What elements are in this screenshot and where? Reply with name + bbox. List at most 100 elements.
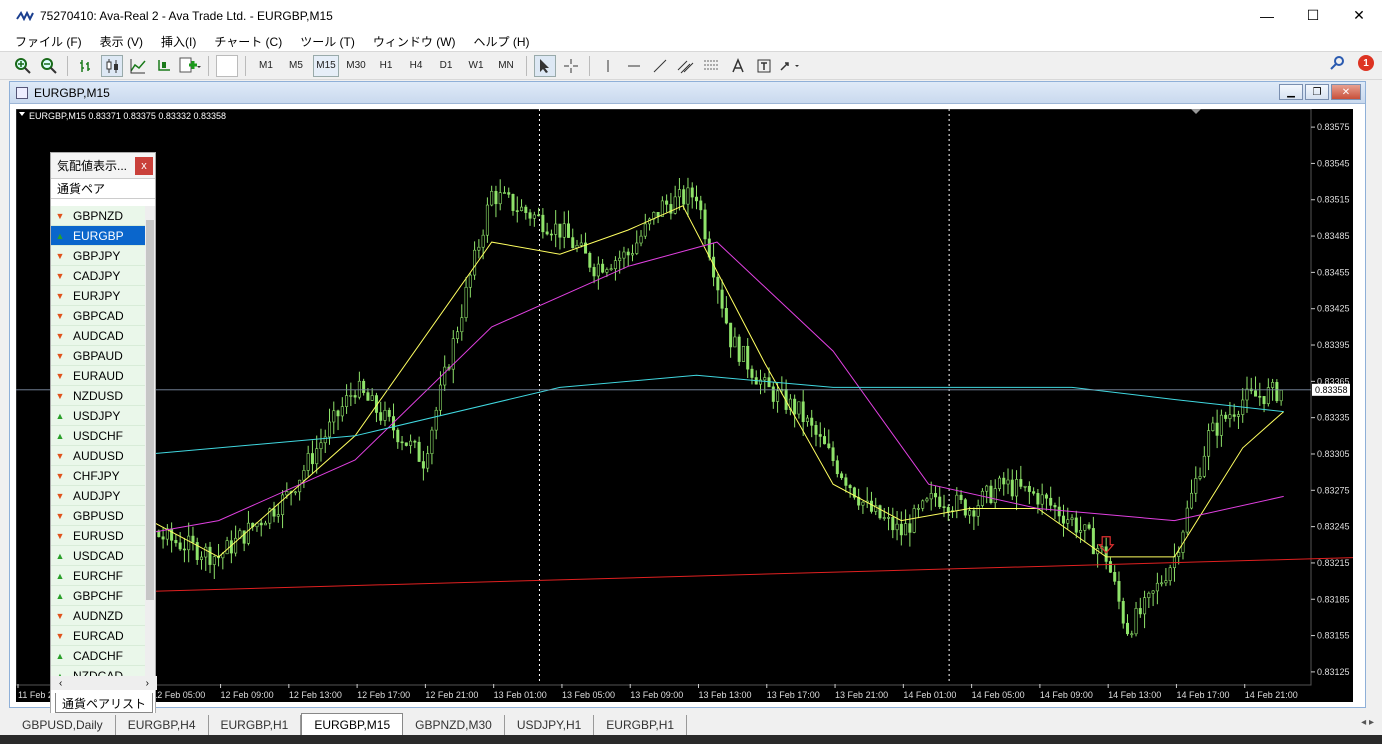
arrow-down-icon: ▼ [55, 490, 65, 501]
arrows-icon[interactable] [779, 55, 801, 77]
timeframe-mn[interactable]: MN [493, 55, 519, 77]
candle-body [404, 442, 408, 446]
cursor-icon[interactable] [534, 54, 556, 77]
chart-tab[interactable]: GBPUSD,Daily [10, 715, 116, 735]
trendline[interactable] [81, 557, 1353, 594]
list-item[interactable]: ▼ AUDUSD [51, 446, 147, 466]
candle-body [579, 242, 583, 246]
list-item[interactable]: ▼ EURJPY [51, 286, 147, 306]
chart-canvas[interactable]: 0.83575 0.83545 0.83515 0.83485 0.83455 0.834… [16, 109, 1353, 702]
zoom-out-icon[interactable] [38, 55, 60, 77]
chart-tab-active[interactable]: EURGBP,M15 [301, 713, 404, 735]
menu-tools[interactable]: ツール (T) [291, 33, 364, 50]
list-item[interactable]: ▼ CHFJPY [51, 466, 147, 486]
list-item[interactable]: ▼ AUDJPY [51, 486, 147, 506]
chart-tab[interactable]: EURGBP,H1 [594, 715, 688, 735]
candle-body [340, 406, 344, 417]
minimize-button[interactable]: — [1244, 0, 1290, 31]
candle-body [1083, 524, 1087, 531]
fibonacci-icon[interactable] [701, 55, 723, 77]
trendline-icon[interactable] [649, 55, 671, 77]
list-item[interactable]: ▼ AUDNZD [51, 606, 147, 626]
candle-body [336, 410, 340, 417]
market-watch-hscrollbar[interactable]: ‹ › [51, 676, 157, 690]
maximize-button[interactable]: ☐ [1290, 0, 1336, 31]
timeframe-m30[interactable]: M30 [343, 55, 369, 77]
candle-body [904, 523, 908, 536]
menu-window[interactable]: ウィンドウ (W) [364, 33, 465, 50]
equidistant-channel-icon[interactable] [675, 55, 697, 77]
list-item[interactable]: ▼ GBPCAD [51, 306, 147, 326]
new-chart-icon[interactable] [179, 55, 201, 77]
chart-tab[interactable]: EURGBP,H1 [209, 715, 302, 735]
close-button[interactable]: ✕ [1336, 0, 1382, 31]
chart-header-dropdown-icon[interactable] [19, 112, 25, 116]
candlestick-icon[interactable] [101, 54, 123, 77]
list-item[interactable]: ▼ AUDCAD [51, 326, 147, 346]
list-item[interactable]: ▼ EURCAD [51, 626, 147, 646]
search-icon[interactable] [1330, 55, 1346, 71]
list-item[interactable]: ▼ EURUSD [51, 526, 147, 546]
horizontal-line-icon[interactable] [623, 55, 645, 77]
timeframe-w1[interactable]: W1 [463, 55, 489, 77]
list-item[interactable]: ▼ GBPNZD [51, 206, 147, 226]
chart-minimize-button[interactable]: ▁ [1279, 84, 1303, 100]
chart-tab[interactable]: USDJPY,H1 [505, 715, 595, 735]
timeframe-m1[interactable]: M1 [253, 55, 279, 77]
list-item[interactable]: ▼ CADJPY [51, 266, 147, 286]
timeframe-h1[interactable]: H1 [373, 55, 399, 77]
list-item[interactable]: ▲ NZDCAD [51, 666, 147, 676]
chart-shift-marker-icon[interactable] [1191, 109, 1201, 114]
list-item[interactable]: ▲ USDCHF [51, 426, 147, 446]
list-item[interactable]: ▲ EURCHF [51, 566, 147, 586]
crosshair-icon[interactable] [560, 55, 582, 77]
list-item[interactable]: ▲ EURGBP [51, 226, 147, 246]
timeframe-d1[interactable]: D1 [433, 55, 459, 77]
scroll-right-icon[interactable]: › [146, 678, 149, 689]
tab-symbol-list[interactable]: 通貨ペアリスト [55, 693, 154, 713]
menu-view[interactable]: 表示 (V) [91, 33, 152, 50]
list-item[interactable]: ▲ CADCHF [51, 646, 147, 666]
menu-insert[interactable]: 挿入(I) [152, 33, 205, 50]
chart-tab[interactable]: GBPNZD,M30 [403, 715, 505, 735]
notification-badge[interactable]: 1 [1358, 55, 1374, 71]
candle-body [1147, 592, 1151, 598]
price-chart[interactable]: 0.83575 0.83545 0.83515 0.83485 0.83455 0.834… [16, 109, 1353, 716]
chart-close-button[interactable]: ✕ [1331, 84, 1361, 100]
list-item[interactable]: ▼ GBPUSD [51, 506, 147, 526]
list-item[interactable]: ▼ NZDUSD [51, 386, 147, 406]
line-chart-icon[interactable] [127, 55, 149, 77]
menu-help[interactable]: ヘルプ (H) [465, 33, 539, 50]
text-icon[interactable] [727, 55, 749, 77]
tabs-scroll-arrows-icon[interactable]: ◂ ▸ [1361, 717, 1374, 728]
symbol-column-header[interactable]: 通貨ペア [51, 179, 155, 199]
menu-file[interactable]: ファイル (F) [6, 33, 91, 50]
blank-toolbar-slot [216, 54, 238, 77]
scroll-thumb[interactable] [146, 220, 154, 600]
timeframe-m15[interactable]: M15 [313, 54, 339, 77]
market-watch-vscrollbar[interactable] [145, 206, 155, 676]
list-item[interactable]: ▲ GBPCHF [51, 586, 147, 606]
candle-body [349, 395, 353, 397]
list-item[interactable]: ▼ EURAUD [51, 366, 147, 386]
ohlc-header: EURGBP,M15 0.83371 0.83375 0.83332 0.833… [29, 111, 226, 121]
menu-chart[interactable]: チャート (C) [205, 33, 291, 50]
chart-tab[interactable]: EURGBP,H4 [116, 715, 209, 735]
market-watch-close-button[interactable]: x [135, 157, 153, 175]
chart-restore-button[interactable]: ❐ [1305, 84, 1329, 100]
scroll-left-icon[interactable]: ‹ [59, 678, 62, 689]
text-label-icon[interactable] [753, 55, 775, 77]
timeframe-h4[interactable]: H4 [403, 55, 429, 77]
bar-chart-icon[interactable] [75, 55, 97, 77]
plot-border [16, 109, 1312, 686]
list-item[interactable]: ▲ USDJPY [51, 406, 147, 426]
vertical-line-icon[interactable] [597, 55, 619, 77]
candle-body [622, 251, 626, 259]
timeframe-m5[interactable]: M5 [283, 55, 309, 77]
zoom-in-icon[interactable] [12, 55, 34, 77]
auto-scroll-icon[interactable] [153, 55, 175, 77]
list-item[interactable]: ▼ GBPAUD [51, 346, 147, 366]
candle-body [276, 514, 280, 517]
list-item[interactable]: ▼ GBPJPY [51, 246, 147, 266]
list-item[interactable]: ▲ USDCAD [51, 546, 147, 566]
